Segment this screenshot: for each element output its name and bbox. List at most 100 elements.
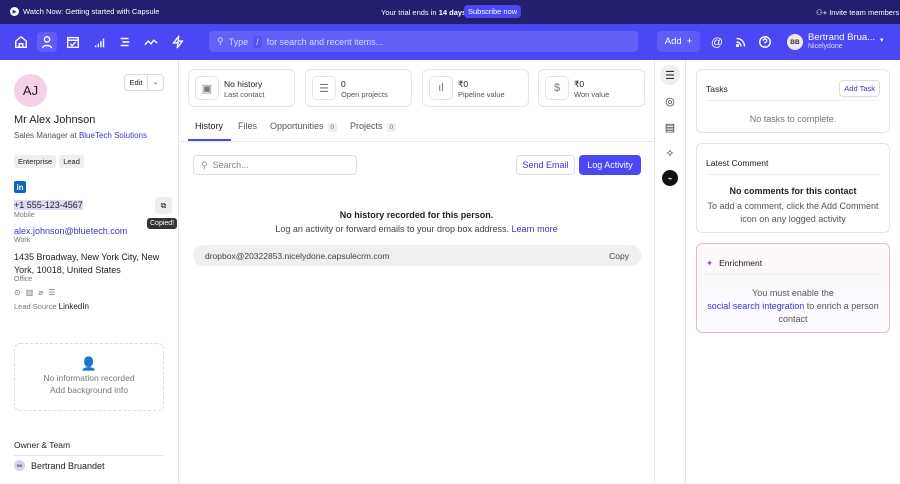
divider [685,60,686,484]
mentions-icon[interactable]: @ [707,32,727,52]
enrichment-panel: ✦ Enrichment You must enable the social se… [696,243,890,333]
linkedin-icon[interactable]: in [14,181,26,193]
phone-label: Mobile [14,212,35,219]
workflow-icon[interactable] [168,32,188,52]
add-task-button[interactable]: Add Task [839,80,880,97]
dropbox-address-bar: dropbox@20322853.nicelydone.capsulecrm.c… [193,245,641,266]
tab-opportunities[interactable]: Opportunities 0 [270,121,338,132]
invite-label: Invite team members [829,8,900,17]
tab-files[interactable]: Files [238,121,257,131]
map-icon[interactable]: ▥ [26,288,34,297]
sparkle-icon[interactable]: ✧ [660,143,680,163]
divider [706,274,880,275]
bg-empty-text: No information recorded [43,373,135,383]
history-empty-title: No history recorded for this person. [339,210,494,220]
enrich-pre: You must enable the [752,288,834,298]
comment-icon[interactable]: ▤ [660,117,680,137]
calendar-icon: ▣ [195,76,219,100]
projects-icon[interactable] [115,32,135,52]
social-search-link[interactable]: social search integration [707,301,804,311]
user-menu-chevron-icon[interactable]: ▾ [880,36,884,44]
tabs-divider [179,141,654,142]
user-avatar[interactable]: BB [787,34,803,50]
watch-now-link[interactable]: ▶ Watch Now: Getting started with Capsule [10,7,159,16]
tag[interactable]: Enterprise [14,155,57,168]
list-icon[interactable]: ☰ [48,288,55,297]
stat-label: Open projects [341,90,388,99]
trial-days: 14 days [438,8,467,17]
attachment-icon[interactable]: ⌀ [38,288,43,297]
stat-label: Last contact [224,90,265,99]
send-email-button[interactable]: Send Email [516,155,575,175]
tasks-check-icon[interactable]: ◎ [660,91,680,111]
add-button[interactable]: Add + [657,31,700,52]
feed-icon[interactable] [731,32,751,52]
pipeline-icon[interactable] [90,32,110,52]
plus-icon: + [686,36,693,47]
owner-heading: Owner & Team [14,440,164,456]
enrichment-title: Enrichment [719,258,763,268]
comment-empty-text: To add a comment, click the Add Comment … [707,201,879,224]
learn-more-link[interactable]: Learn more [512,224,558,234]
stat-open-projects: ☰ 0 Open projects [305,69,412,107]
stat-value: ₹0 [574,79,585,89]
search-placeholder: for search and recent items... [266,36,384,47]
company-link[interactable]: BlueTech Solutions [79,131,147,140]
trial-text: Your trial ends in 14 days [381,8,466,17]
chevron-down-icon[interactable]: ⌄ [148,75,163,90]
tags: Enterprise Lead [14,155,87,168]
watch-now-label: Watch Now: Getting started with Capsule [23,7,160,16]
history-search-input[interactable]: ⚲ Search... [193,155,357,175]
owner-name: Bertrand Bruandet [31,460,105,471]
user-name[interactable]: Bertrand Brua... [808,32,875,43]
announcement-bar: ▶ Watch Now: Getting started with Capsule… [0,0,900,24]
stat-value: 0 [341,79,346,89]
tab-history[interactable]: History [195,121,223,131]
divider [706,174,880,175]
tab-label: Opportunities [270,121,324,131]
reports-icon[interactable] [141,32,161,52]
contact-sidebar: AJ Edit ⌄ Mr Alex Johnson Sales Manager … [0,60,179,484]
invite-team-button[interactable]: ⚇+ Invite team members [816,8,899,17]
divider [654,60,655,484]
empty-text: Log an activity or forward emails to you… [275,224,510,234]
location-pin-icon[interactable]: ⊙ [14,288,21,297]
add-user-icon: ⚇+ [816,8,828,17]
add-background-link[interactable]: Add background info [15,384,163,396]
search-placeholder: Search... [212,160,249,170]
subscribe-button[interactable]: Subscribe now [464,5,522,18]
tab-label: Projects [350,121,383,131]
tasks-empty: No tasks to complete. [749,114,837,124]
edit-button[interactable]: Edit [125,75,148,90]
trial-prefix: Your trial ends in [381,8,437,17]
copy-dropbox-button[interactable]: Copy [609,251,629,261]
tag[interactable]: Lead [59,155,84,168]
help-icon[interactable] [755,32,775,52]
tab-count: 0 [327,123,338,132]
log-activity-button[interactable]: Log Activity [579,155,641,175]
owner-row[interactable]: BB Bertrand Bruandet [14,460,105,471]
summary-icon[interactable]: ☰ [660,65,680,85]
tasks-panel: Tasks Add Task No tasks to complete. [696,69,890,133]
global-search-input[interactable]: ⚲ Type / for search and recent items... [209,31,638,52]
stat-pipeline-value: ıl ₹0 Pipeline value [422,69,529,107]
copy-icon[interactable]: ⧉ [155,197,172,214]
sparkle-icon: ✦ [706,258,714,268]
lead-source-label: Lead Source [14,302,57,311]
feed-icon[interactable]: ⌁ [662,170,678,186]
calendar-icon[interactable] [63,32,83,52]
home-icon[interactable] [11,32,31,52]
people-icon[interactable] [37,32,57,52]
stat-value: ₹0 [458,79,469,89]
tab-projects[interactable]: Projects 0 [350,121,397,132]
search-shortcut: / [253,35,262,48]
lead-source-value: LinkedIn [58,302,89,311]
dollar-icon: $ [545,76,569,100]
background-info-box[interactable]: 👤 No information recorded Add background… [14,343,164,411]
history-empty-text: Log an activity or forward emails to you… [179,224,654,234]
email-link[interactable]: alex.johnson@bluetech.com [14,226,127,236]
contact-title: Sales Manager at BlueTech Solutions [14,131,147,140]
email-label: Work [14,237,31,244]
stat-label: Won value [574,90,610,99]
phone-number[interactable]: +1 555-123-4567 [14,200,83,210]
